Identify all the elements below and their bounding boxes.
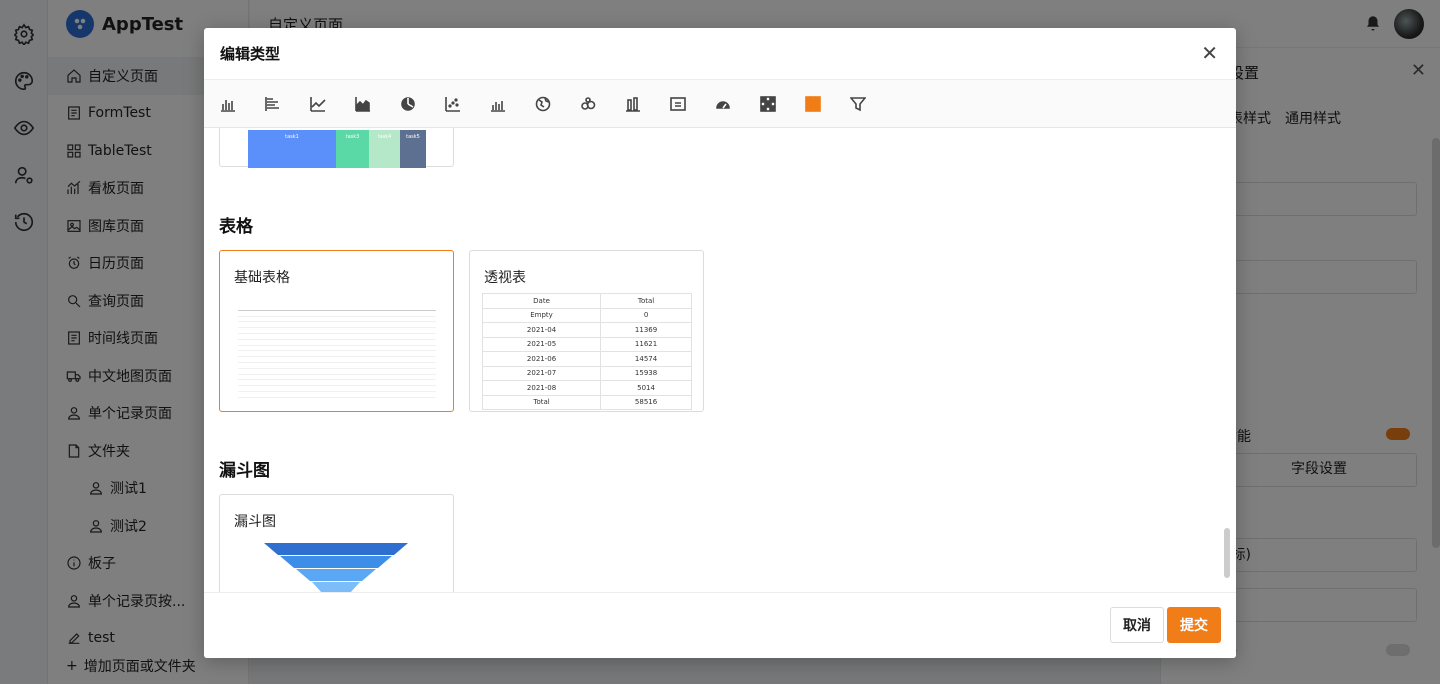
pivot-cell: 2021-06 — [481, 351, 602, 367]
pivot-header-cell: Date — [481, 293, 602, 309]
combo-chart-icon — [491, 100, 505, 112]
bubble-chart-type[interactable] — [580, 80, 625, 128]
pivot-table-preview: Date Total Empty 0 2021-04 11369 2021-05 11… — [481, 293, 692, 410]
funnel-stage — [312, 582, 360, 592]
pivot-row: 2021-08 5014 — [481, 380, 692, 396]
pivot-cell: 2021-08 — [481, 380, 602, 396]
pivot-row: 2021-05 11621 — [481, 336, 692, 352]
heatmap-icon — [760, 95, 776, 112]
pivot-cell: Empty — [481, 307, 602, 323]
heatmap-chart-type[interactable] — [760, 80, 805, 128]
area-chart-type[interactable] — [355, 80, 400, 128]
pivot-cell: 0 — [600, 307, 692, 323]
basic-table-preview — [238, 305, 436, 403]
treemap-cell: task4 — [369, 130, 400, 168]
modal-footer: 取消 提交 — [204, 592, 1236, 658]
pivot-cell: Total — [481, 394, 602, 410]
close-icon[interactable]: ✕ — [1201, 42, 1218, 64]
pivot-cell: 2021-04 — [481, 322, 602, 338]
pie-chart-icon — [401, 96, 415, 111]
scatter-chart-icon — [445, 96, 460, 112]
pivot-cell: 5014 — [600, 380, 692, 396]
basic-table-card[interactable]: 基础表格 — [219, 250, 454, 412]
edit-type-modal: 编辑类型 ✕ task1 task3 task4 task5 表格 基础表格 透… — [204, 28, 1236, 658]
number-card-icon — [670, 96, 686, 111]
funnel-stage — [280, 556, 392, 568]
pivot-cell: 15938 — [600, 365, 692, 381]
modal-scrollbar[interactable] — [1224, 528, 1230, 578]
section-title-funnel: 漏斗图 — [219, 461, 270, 481]
pivot-header-cell: Total — [600, 293, 692, 309]
funnel-stage — [296, 569, 376, 581]
pivot-row: 2021-07 15938 — [481, 365, 692, 381]
funnel-icon — [850, 96, 866, 111]
funnel-preview — [264, 543, 408, 592]
card-title: 基础表格 — [234, 270, 290, 286]
pivot-cell: 2021-05 — [481, 336, 602, 352]
combo-chart-type[interactable] — [490, 80, 535, 128]
horizontal-bar-type[interactable] — [265, 80, 310, 128]
modal-body: task1 task3 task4 task5 表格 基础表格 透视表 Date… — [204, 128, 1236, 592]
funnel-chart-type[interactable] — [850, 80, 895, 128]
modal-title: 编辑类型 — [220, 45, 281, 63]
pivot-cell: 2021-07 — [481, 365, 602, 381]
pivot-cell: 14574 — [600, 351, 692, 367]
table-grid-icon — [805, 95, 821, 112]
cancel-button[interactable]: 取消 — [1110, 607, 1164, 643]
gauge-icon — [716, 100, 730, 109]
card-title: 漏斗图 — [234, 514, 276, 530]
column-chart-type[interactable] — [625, 80, 670, 128]
submit-button[interactable]: 提交 — [1167, 607, 1221, 643]
card-title: 透视表 — [484, 270, 526, 286]
funnel-stage — [264, 543, 408, 555]
bar-chart-type[interactable] — [220, 80, 265, 128]
gauge-chart-type[interactable] — [715, 80, 760, 128]
number-card-type[interactable] — [670, 80, 715, 128]
globe-icon — [535, 96, 551, 111]
area-chart-icon — [355, 96, 370, 112]
treemap-cell: task5 — [400, 130, 426, 168]
pivot-row: Empty 0 — [481, 307, 692, 323]
pivot-cell: 58516 — [600, 394, 692, 410]
pie-chart-type[interactable] — [400, 80, 445, 128]
horizontal-bar-icon — [265, 96, 279, 111]
line-chart-icon — [310, 96, 326, 112]
pivot-cell: 11621 — [600, 336, 692, 352]
section-title-table: 表格 — [219, 217, 253, 237]
bar-chart-icon — [221, 99, 235, 112]
chart-type-toolbar — [204, 80, 1236, 128]
pivot-cell: 11369 — [600, 322, 692, 338]
column-chart-icon — [626, 96, 640, 112]
treemap-cell: task3 — [336, 130, 369, 168]
line-chart-type[interactable] — [310, 80, 355, 128]
treemap-cell: task1 — [248, 130, 336, 168]
pivot-header-row: Date Total — [481, 293, 692, 309]
map-chart-type[interactable] — [535, 80, 580, 128]
funnel-card[interactable]: 漏斗图 — [219, 494, 454, 592]
treemap-card[interactable]: task1 task3 task4 task5 — [219, 128, 454, 168]
bubble-icon — [581, 96, 596, 110]
pivot-row: 2021-04 11369 — [481, 322, 692, 338]
pivot-row: Total 58516 — [481, 394, 692, 410]
pivot-table-card[interactable]: 透视表 Date Total Empty 0 2021-04 11369 2021-… — [469, 250, 704, 412]
modal-header: 编辑类型 — [204, 28, 1236, 80]
scatter-chart-type[interactable] — [445, 80, 490, 128]
table-chart-type[interactable] — [805, 80, 850, 128]
treemap-preview: task1 task3 task4 task5 — [248, 130, 426, 168]
pivot-row: 2021-06 14574 — [481, 351, 692, 367]
